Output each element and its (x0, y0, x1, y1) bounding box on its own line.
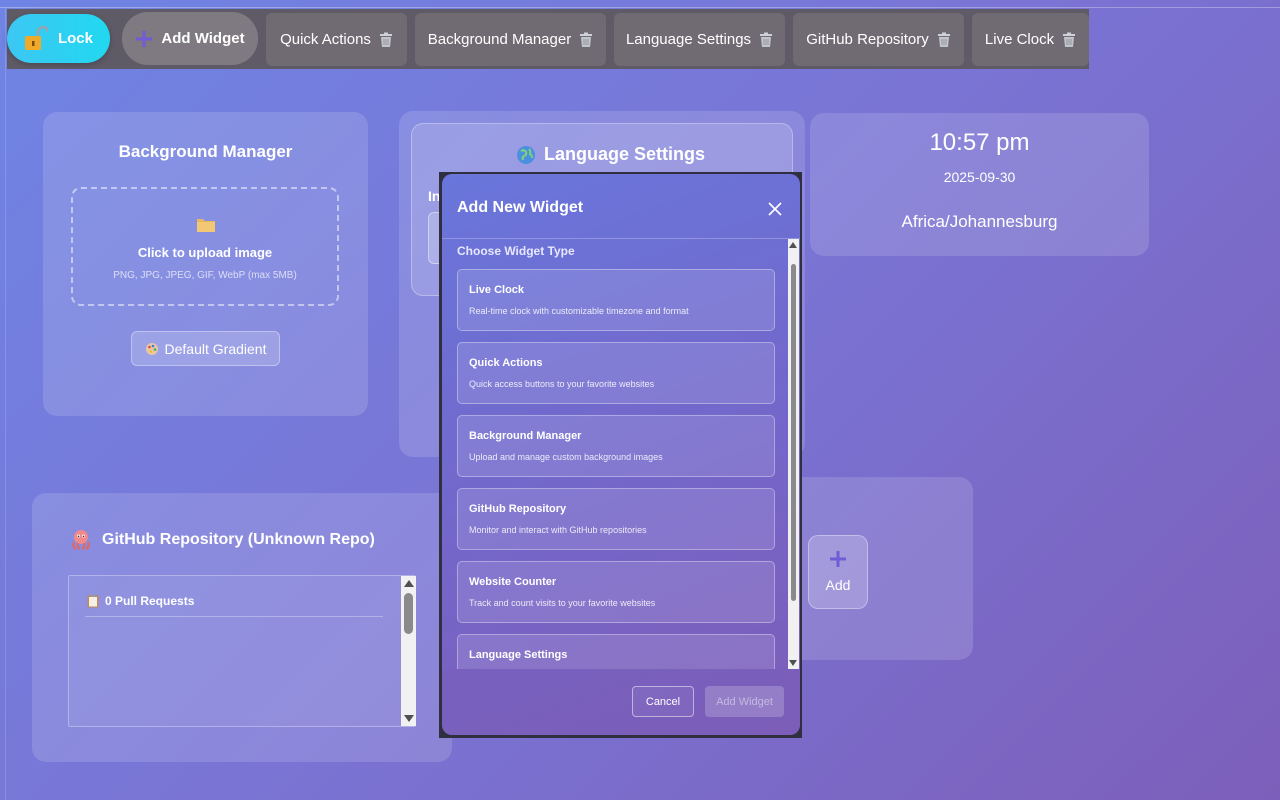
clock-date: 2025-09-30 (943, 169, 1016, 185)
widget-option-title: Language Settings (469, 649, 568, 661)
scroll-down-arrow-icon[interactable] (789, 660, 797, 666)
default-gradient-label: Default Gradient (164, 340, 267, 357)
widget-type-list[interactable]: Choose Widget Type Live Clock Real-time … (442, 239, 800, 669)
cancel-button[interactable]: Cancel (632, 686, 694, 717)
background-manager-widget: Background Manager Click to upload image… (43, 112, 368, 416)
widget-option-title: Website Counter (469, 576, 557, 588)
trash-icon[interactable] (937, 32, 951, 48)
clock-timezone: Africa/Johannesburg (901, 212, 1058, 231)
plus-icon (830, 551, 846, 567)
widget-option-description: Track and count visits to your favorite … (469, 598, 656, 608)
tab-label: Quick Actions (280, 31, 371, 48)
tab-quick-actions[interactable]: Quick Actions (266, 13, 407, 66)
widget-option-description: Real-time clock with customizable timezo… (469, 306, 689, 316)
widget-option-title: Live Clock (469, 284, 525, 296)
add-widget-button[interactable]: Add Widget (122, 12, 258, 65)
widget-option-live-clock[interactable]: Live Clock Real-time clock with customiz… (457, 269, 775, 331)
plus-icon (136, 30, 153, 47)
scrollbar-thumb[interactable] (404, 593, 413, 634)
lock-button-label: Lock (57, 30, 93, 47)
tab-label: Background Manager (427, 31, 572, 48)
quick-action-add-button[interactable]: Add (808, 535, 868, 609)
scroll-up-arrow-icon[interactable] (404, 580, 414, 587)
tab-label: GitHub Repository (806, 31, 929, 48)
tab-label: Live Clock (984, 31, 1055, 48)
close-icon[interactable] (766, 200, 784, 218)
folder-icon (197, 219, 215, 232)
widget-option-github-repository[interactable]: GitHub Repository Monitor and interact w… (457, 488, 775, 550)
widget-toolbar: Lock Add Widget Quick Actions Background… (7, 9, 1089, 69)
add-widget-confirm-button[interactable]: Add Widget (705, 686, 784, 717)
widget-option-title: Background Manager (469, 430, 582, 442)
add-widget-modal: Add New Widget Choose Widget Type Live C… (442, 174, 800, 735)
scrollbar[interactable] (401, 576, 416, 726)
unlock-icon (24, 25, 48, 50)
tab-background-manager[interactable]: Background Manager (415, 13, 606, 66)
widget-option-title: GitHub Repository (469, 503, 567, 515)
tab-live-clock[interactable]: Live Clock (972, 13, 1089, 66)
upload-dropzone[interactable]: Click to upload image PNG, JPG, JPEG, GI… (71, 187, 339, 306)
pull-request-list[interactable]: 0 Pull Requests (68, 575, 416, 727)
widget-option-language-settings[interactable]: Language Settings (457, 634, 775, 669)
widget-title: GitHub Repository (Unknown Repo) (70, 529, 375, 551)
clock-time: 10:57 pm (929, 129, 1030, 156)
widget-option-description: Quick access buttons to your favorite we… (469, 379, 655, 389)
palette-icon (145, 342, 158, 355)
scrollbar-thumb[interactable] (791, 264, 796, 601)
trash-icon[interactable] (1062, 32, 1076, 48)
live-clock-widget: 10:57 pm 2025-09-30 Africa/Johannesburg (810, 113, 1149, 256)
widget-option-background-manager[interactable]: Background Manager Upload and manage cus… (457, 415, 775, 477)
widget-title: Language Settings (516, 144, 705, 165)
upload-hint: PNG, JPG, JPEG, GIF, WebP (max 5MB) (113, 270, 297, 281)
octopus-icon (72, 530, 90, 551)
widget-option-website-counter[interactable]: Website Counter Track and count visits t… (457, 561, 775, 623)
clipboard-icon (87, 594, 99, 608)
tab-github-repository[interactable]: GitHub Repository (793, 13, 964, 66)
language-settings-title: Language Settings (544, 144, 706, 164)
trash-icon[interactable] (379, 32, 393, 48)
window-top-border (0, 7, 1280, 8)
globe-icon (517, 145, 535, 164)
default-gradient-button[interactable]: Default Gradient (131, 331, 280, 366)
tab-label: Language Settings (625, 31, 752, 48)
github-title: GitHub Repository (Unknown Repo) (102, 531, 375, 548)
tab-language-settings[interactable]: Language Settings (614, 13, 785, 66)
lock-button[interactable]: Lock (7, 14, 110, 63)
modal-subtitle: Choose Widget Type (457, 244, 575, 258)
github-repository-widget: GitHub Repository (Unknown Repo) 0 Pull … (32, 493, 452, 762)
modal-footer: Cancel Add Widget (442, 669, 800, 735)
window-left-border (5, 8, 6, 800)
trash-icon[interactable] (759, 32, 773, 48)
widget-title: Background Manager (118, 142, 293, 161)
widget-option-quick-actions[interactable]: Quick Actions Quick access buttons to yo… (457, 342, 775, 404)
scroll-down-arrow-icon[interactable] (404, 715, 414, 722)
divider (85, 616, 383, 617)
widget-option-description: Monitor and interact with GitHub reposit… (469, 525, 647, 535)
widget-option-title: Quick Actions (469, 357, 543, 369)
quick-action-add-label: Add (825, 577, 851, 593)
modal-title: Add New Widget (457, 199, 584, 216)
pull-requests-header: 0 Pull Requests (87, 594, 194, 608)
pull-requests-count: 0 Pull Requests (105, 594, 195, 608)
trash-icon[interactable] (579, 32, 593, 48)
scroll-up-arrow-icon[interactable] (789, 242, 797, 248)
add-widget-button-label: Add Widget (161, 30, 245, 47)
widget-option-description: Upload and manage custom background imag… (469, 452, 663, 462)
scrollbar[interactable] (788, 239, 799, 669)
upload-label: Click to upload image (137, 245, 273, 260)
